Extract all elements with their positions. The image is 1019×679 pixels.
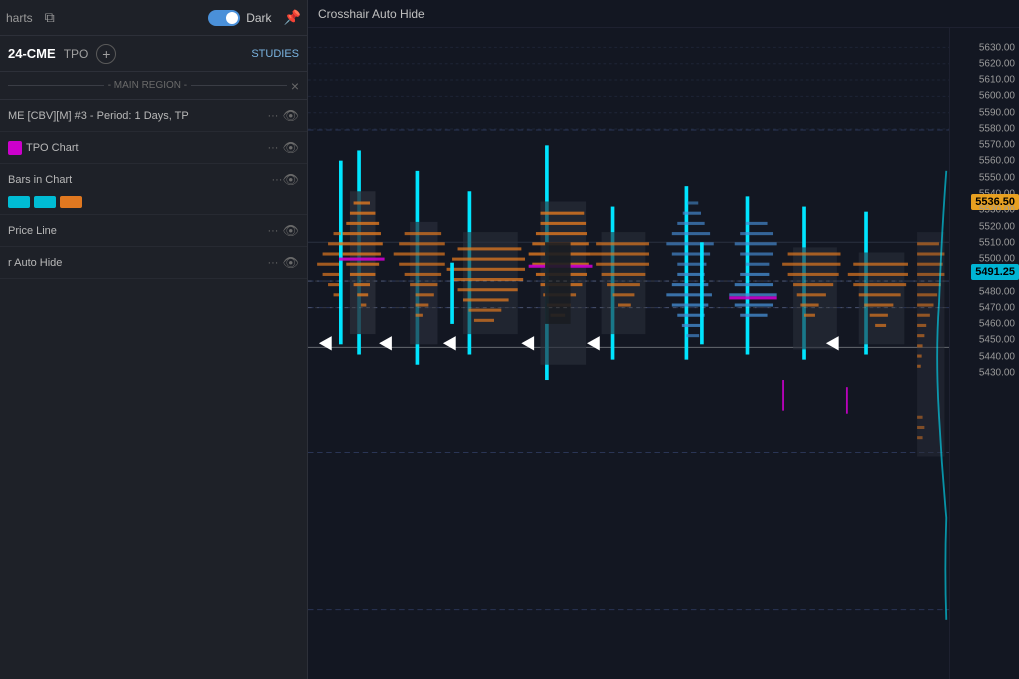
add-study-button[interactable]: +: [96, 44, 116, 64]
bars-in-chart-title: Bars in Chart: [8, 166, 271, 194]
chart-header: Crosshair Auto Hide: [308, 0, 1019, 28]
price-5570: 5570.00: [979, 140, 1015, 151]
left-panel: harts ⧉ Dark 📌 24-CME TPO + STUDIES - MA…: [0, 0, 308, 679]
duplicate-icon[interactable]: ⧉: [41, 7, 59, 28]
region-line-left: [8, 85, 104, 86]
price-5510: 5510.00: [979, 237, 1015, 248]
chart-svg: [308, 28, 949, 679]
price-5580: 5580.00: [979, 123, 1015, 134]
studies-button[interactable]: STUDIES: [251, 48, 299, 60]
toggle-switch[interactable]: [208, 10, 240, 26]
price-5590: 5590.00: [979, 107, 1015, 118]
study-label-tpo: TPO Chart: [26, 142, 263, 154]
study-more-price-line[interactable]: ···: [267, 225, 278, 237]
price-5600: 5600.00: [979, 91, 1015, 102]
region-header: - MAIN REGION - ×: [0, 72, 307, 100]
price-5630: 5630.00: [979, 42, 1015, 53]
bars-eye[interactable]: 👁: [282, 172, 299, 188]
price-5430: 5430.00: [979, 368, 1015, 379]
price-5560: 5560.00: [979, 156, 1015, 167]
price-5530: 5530.00: [979, 205, 1015, 216]
price-5500: 5500.00: [979, 254, 1015, 265]
region-label: - MAIN REGION -: [108, 80, 187, 91]
price-scale: 5630.00 5620.00 5610.00 5600.00 5590.00 …: [949, 28, 1019, 679]
bars-swatches: [8, 196, 299, 208]
study-more-crosshair[interactable]: ···: [267, 257, 278, 269]
app-title: harts: [6, 11, 33, 25]
region-collapse-icon[interactable]: ×: [291, 78, 299, 94]
study-label-price-line: Price Line: [8, 225, 263, 237]
bars-more[interactable]: ···: [271, 174, 282, 186]
study-more-tpo[interactable]: ···: [267, 142, 278, 154]
chart-body[interactable]: 5630.00 5620.00 5610.00 5600.00 5590.00 …: [308, 28, 1019, 679]
price-5480: 5480.00: [979, 286, 1015, 297]
study-item-crosshair[interactable]: r Auto Hide ··· 👁: [0, 247, 307, 279]
dark-label: Dark: [246, 11, 271, 25]
cyan-price-label: 5491.25: [971, 264, 1019, 280]
price-5610: 5610.00: [979, 75, 1015, 86]
study-eye-crosshair[interactable]: 👁: [282, 255, 299, 271]
price-5470: 5470.00: [979, 302, 1015, 313]
study-item-tpo[interactable]: TPO Chart ··· 👁: [0, 132, 307, 164]
region-line-right: [191, 85, 287, 86]
chart-header-title: Crosshair Auto Hide: [318, 7, 425, 21]
chart-canvas[interactable]: [308, 28, 949, 679]
price-5450: 5450.00: [979, 335, 1015, 346]
study-label-data: ME [CBV][M] #3 - Period: 1 Days, TP: [8, 110, 263, 122]
price-5620: 5620.00: [979, 58, 1015, 69]
study-item-data[interactable]: ME [CBV][M] #3 - Period: 1 Days, TP ··· …: [0, 100, 307, 132]
price-5520: 5520.00: [979, 221, 1015, 232]
pin-icon[interactable]: 📌: [284, 9, 301, 26]
bar-swatch-3: [60, 196, 82, 208]
study-eye-data[interactable]: 👁: [282, 108, 299, 124]
bar-swatch-1: [8, 196, 30, 208]
study-eye-tpo[interactable]: 👁: [282, 140, 299, 156]
chart-area: Crosshair Auto Hide: [308, 0, 1019, 679]
bars-in-chart-section: Bars in Chart ··· 👁: [0, 164, 307, 215]
price-5460: 5460.00: [979, 319, 1015, 330]
symbol-type[interactable]: TPO: [64, 47, 89, 61]
tpo-color-swatch: [8, 141, 22, 155]
study-eye-price-line[interactable]: 👁: [282, 223, 299, 239]
price-5440: 5440.00: [979, 351, 1015, 362]
study-item-price-line[interactable]: Price Line ··· 👁: [0, 215, 307, 247]
study-label-crosshair: r Auto Hide: [8, 257, 263, 269]
price-5550: 5550.00: [979, 172, 1015, 183]
dark-mode-toggle[interactable]: Dark: [208, 10, 271, 26]
symbol-bar: 24-CME TPO + STUDIES: [0, 36, 307, 72]
study-more-data[interactable]: ···: [267, 110, 278, 122]
top-bar: harts ⧉ Dark 📌: [0, 0, 307, 36]
bar-swatch-2: [34, 196, 56, 208]
symbol-name: 24-CME: [8, 46, 56, 61]
